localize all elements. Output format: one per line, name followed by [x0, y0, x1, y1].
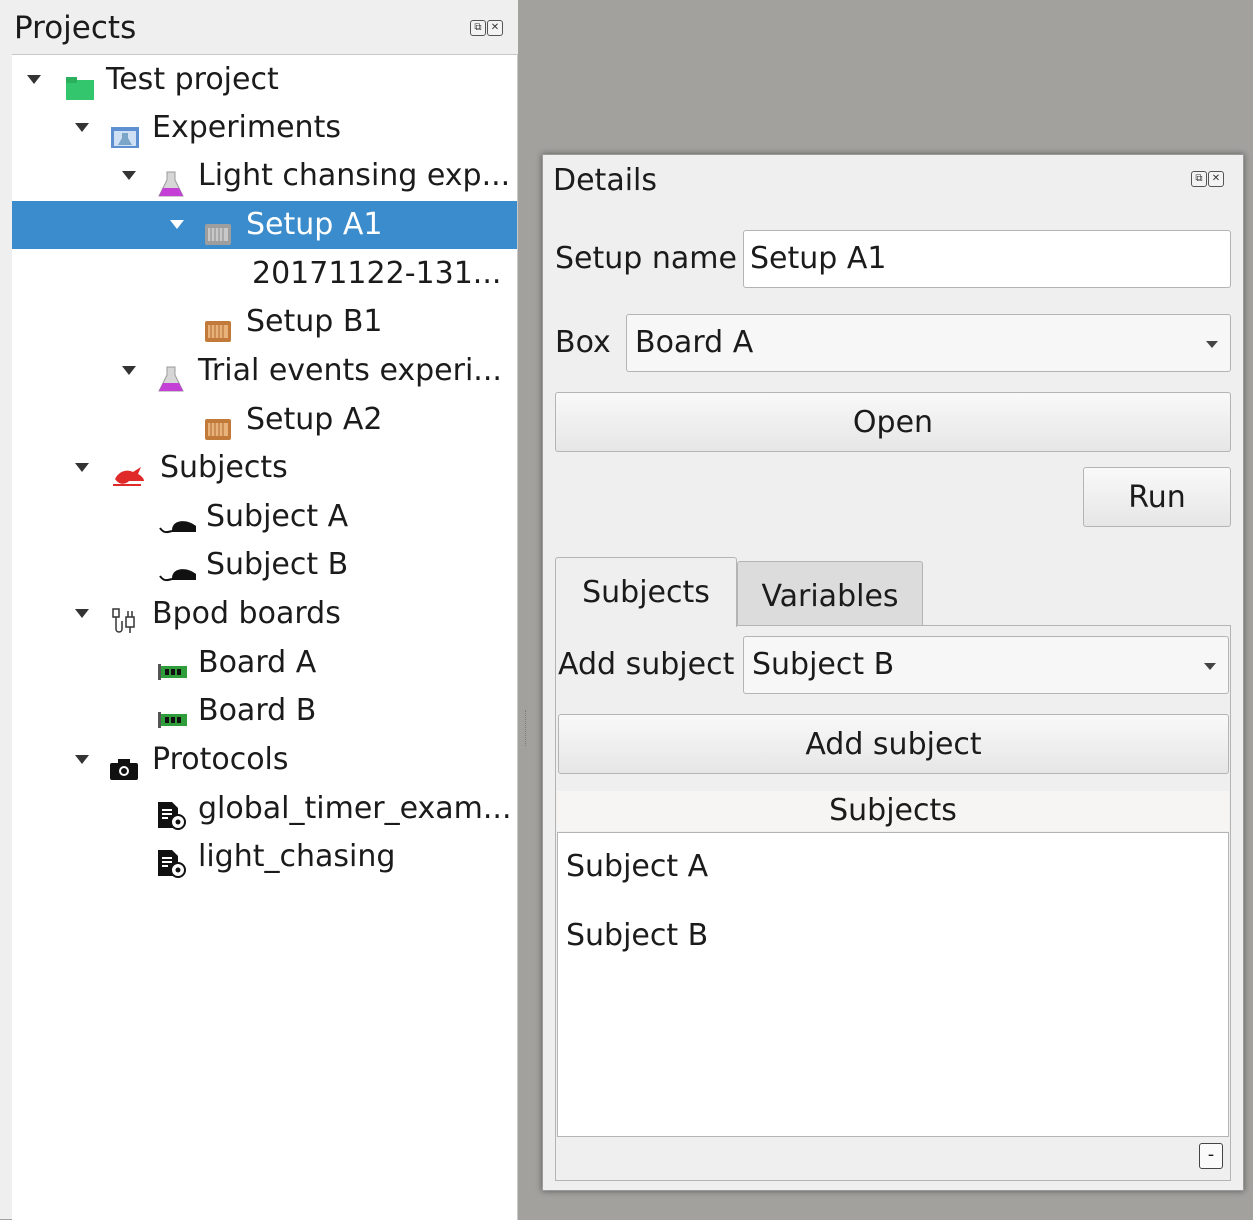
tree-item-label: Trial events experi... — [198, 353, 502, 388]
tree-item-light-chasing-experiment[interactable]: Light chansing exp... — [12, 152, 517, 200]
remove-subject-button[interactable]: - — [1199, 1143, 1223, 1169]
tree-item-board-a[interactable]: Board A — [12, 639, 517, 687]
tree-item-label: Board B — [198, 693, 317, 728]
tree-item-label: light_chasing — [198, 839, 396, 874]
tree-item-setup-a2[interactable]: Setup A2 — [12, 396, 517, 444]
tree-item-label: Board A — [198, 645, 317, 680]
projects-dock: Projects ⧉ ✕ Test project Experiments Li… — [0, 0, 518, 1220]
chevron-down-icon[interactable] — [122, 366, 136, 375]
chevron-down-icon[interactable] — [75, 609, 89, 618]
box-select[interactable]: Board A — [626, 314, 1231, 372]
subjects-list-header: Subjects — [557, 791, 1229, 831]
tree-item-subjects[interactable]: Subjects — [12, 444, 517, 492]
chevron-down-icon[interactable] — [122, 171, 136, 180]
chevron-down-icon[interactable] — [75, 463, 89, 472]
tree-item-setup-b1[interactable]: Setup B1 — [12, 298, 517, 346]
chevron-down-icon[interactable] — [27, 75, 41, 84]
tree-item-label: 20171122-131... — [252, 256, 502, 291]
box-select-value: Board A — [635, 325, 754, 360]
tree-item-board-b[interactable]: Board B — [12, 687, 517, 735]
setup-name-label: Setup name — [555, 241, 737, 276]
tree-item-label: Subject A — [206, 499, 349, 534]
run-button[interactable]: Run — [1083, 467, 1231, 527]
dock-splitter-handle[interactable] — [525, 710, 528, 746]
tree-item-bpod-boards[interactable]: Bpod boards — [12, 590, 517, 638]
chevron-down-icon — [1204, 663, 1216, 670]
tree-item-label: Setup B1 — [246, 304, 383, 339]
projects-tree[interactable]: Test project Experiments Light chansing … — [12, 54, 518, 1220]
tree-item-label: Setup A1 — [246, 207, 383, 242]
tree-item-protocol-global-timer[interactable]: global_timer_exam... — [12, 785, 517, 833]
tab-variables[interactable]: Variables — [737, 561, 923, 625]
tree-item-test-project[interactable]: Test project — [12, 56, 517, 104]
chevron-down-icon[interactable] — [170, 220, 184, 229]
tree-item-setup-a1[interactable]: Setup A1 — [12, 201, 517, 249]
tree-item-protocol-light-chasing[interactable]: light_chasing — [12, 833, 517, 881]
chevron-down-icon — [1206, 341, 1218, 348]
tree-item-label: Light chansing exp... — [198, 158, 511, 193]
add-subject-label: Add subject — [558, 647, 735, 682]
tree-item-subject-a[interactable]: Subject A — [12, 493, 517, 541]
tree-item-label: Subject B — [206, 547, 349, 582]
chevron-down-icon[interactable] — [75, 123, 89, 132]
chevron-down-icon[interactable] — [75, 755, 89, 764]
tree-item-subject-b[interactable]: Subject B — [12, 541, 517, 589]
tree-item-protocols[interactable]: Protocols — [12, 736, 517, 784]
tree-item-label: Subjects — [160, 450, 288, 485]
tree-item-label: Setup A2 — [246, 402, 383, 437]
box-label: Box — [555, 325, 611, 360]
add-subject-select[interactable]: Subject B — [743, 636, 1229, 694]
tree-item-label: Protocols — [152, 742, 289, 777]
list-item-subject-b[interactable]: Subject B — [566, 916, 708, 956]
details-dock: Details ⧉ ✕ Setup name Setup A1 Box Boar… — [542, 154, 1244, 1191]
tree-item-session[interactable]: 20171122-131... — [12, 250, 517, 298]
list-item-subject-a[interactable]: Subject A — [566, 847, 708, 887]
details-dock-buttons: ⧉ ✕ — [1191, 171, 1224, 187]
tree-item-label: Test project — [106, 62, 279, 97]
close-icon[interactable]: ✕ — [1208, 171, 1224, 187]
setup-name-field[interactable]: Setup A1 — [743, 230, 1231, 288]
details-dock-title: Details — [553, 163, 658, 198]
add-subject-button[interactable]: Add subject — [558, 714, 1229, 774]
tree-item-label: Bpod boards — [152, 596, 341, 631]
tab-subjects[interactable]: Subjects — [555, 557, 737, 627]
protocol-icon — [158, 845, 186, 893]
add-subject-select-value: Subject B — [752, 647, 895, 682]
tree-item-experiments[interactable]: Experiments — [12, 104, 517, 152]
tree-item-trial-events-experiment[interactable]: Trial events experi... — [12, 347, 517, 395]
subjects-list[interactable]: Subject A Subject B — [557, 832, 1229, 1137]
float-icon[interactable]: ⧉ — [470, 20, 486, 36]
tree-item-label: global_timer_exam... — [198, 791, 512, 826]
tree-item-label: Experiments — [152, 110, 341, 145]
projects-dock-title: Projects — [14, 10, 137, 46]
float-icon[interactable]: ⧉ — [1191, 171, 1207, 187]
projects-dock-buttons: ⧉ ✕ — [470, 20, 503, 36]
close-icon[interactable]: ✕ — [487, 20, 503, 36]
open-button[interactable]: Open — [555, 392, 1231, 452]
